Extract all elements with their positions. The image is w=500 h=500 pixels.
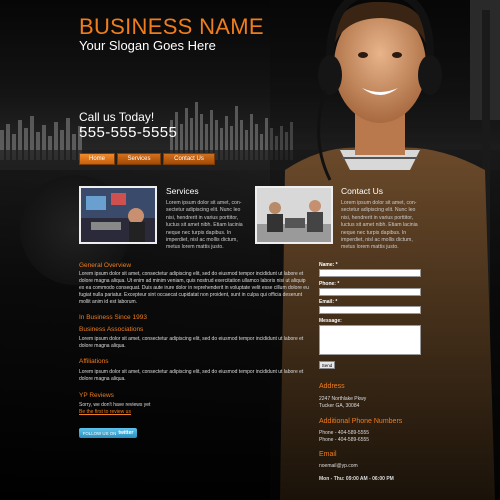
since-title: In Business Since 1993: [79, 314, 147, 321]
message-field[interactable]: [319, 325, 421, 355]
email-title: Email: [319, 451, 337, 458]
nav-contact-us[interactable]: Contact Us: [163, 153, 215, 165]
name-field[interactable]: [319, 269, 421, 277]
twitter-label: FOLLOW US ON: [82, 430, 117, 436]
business-hours: Mon - Thu: 09:00 AM - 06:00 PM: [319, 476, 394, 482]
yp-reviews-text: Sorry, we don't have reviews yet: [79, 402, 151, 408]
affiliations-title: Affiliations: [79, 358, 109, 365]
contact-title: Contact Us: [341, 186, 384, 196]
nav-home[interactable]: Home: [79, 153, 115, 165]
address-title: Address: [319, 383, 345, 390]
email-field[interactable]: [319, 306, 421, 314]
affiliations-text: Lorem ipsum dolor sit amet, consectetur …: [79, 369, 304, 382]
send-button[interactable]: Send: [319, 361, 335, 369]
phones-title: Additional Phone Numbers: [319, 418, 403, 425]
associations-title: Business Associations: [79, 326, 144, 333]
phone-2: Phone - 404-589-6555: [319, 437, 370, 443]
email-label: Email: *: [319, 299, 338, 305]
twitter-follow-button[interactable]: FOLLOW US ON twitter: [79, 428, 137, 438]
yp-reviews-title: YP Reviews: [79, 392, 114, 399]
contact-text: Lorem ipsum dolor sit amet, con-sectetur…: [341, 200, 418, 251]
contact-image: [255, 186, 333, 244]
page: BUSINESS NAME Your Slogan Goes Here Call…: [0, 0, 500, 500]
address-line2: Tucker GA, 30084: [319, 403, 360, 409]
phone-label: Phone: *: [319, 281, 340, 287]
slogan: Your Slogan Goes Here: [79, 38, 216, 53]
call-label: Call us Today!: [79, 110, 155, 124]
business-name: BUSINESS NAME: [79, 14, 264, 39]
message-label: Message:: [319, 318, 342, 324]
nav-services[interactable]: Services: [117, 153, 161, 165]
associations-text: Lorem ipsum dolor sit amet, consectetur …: [79, 336, 304, 349]
name-label: Name: *: [319, 262, 338, 268]
services-title: Services: [166, 186, 199, 196]
services-text: Lorem ipsum dolor sit amet, con-sectetur…: [166, 200, 243, 251]
email-address: noemail@yp.com: [319, 463, 358, 469]
main-nav: Home Services Contact Us: [79, 153, 215, 165]
services-image: [79, 186, 157, 244]
phone-field[interactable]: [319, 288, 421, 296]
review-link[interactable]: Be the first to review us: [79, 409, 131, 415]
general-overview-title: General Overview: [79, 262, 132, 269]
twitter-icon: twitter: [118, 430, 134, 436]
general-overview-text: Lorem ipsum dolor sit amet, consectetur …: [79, 271, 309, 305]
header-phone: 555-555-5555: [79, 124, 178, 141]
